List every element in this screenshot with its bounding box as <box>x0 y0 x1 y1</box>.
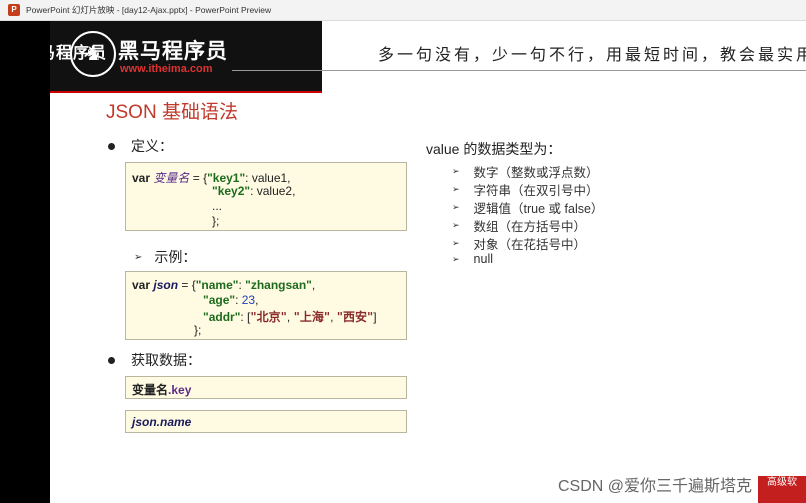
value-type-boolean: 逻辑值（true 或 false） <box>473 202 604 216</box>
value-type-item: ➢ 字符串（在双引号中） <box>452 180 599 199</box>
get-data-label: 获取数据： <box>131 352 201 368</box>
value-type-item: ➢ 数组（在方括号中） <box>452 216 586 235</box>
horse-logo-icon: ♞ <box>70 31 116 77</box>
code-key1: "key1" <box>207 171 246 185</box>
slogan-divider <box>232 70 806 71</box>
code-varname: 变量名 <box>153 171 190 185</box>
example-addr-key: "addr" <box>203 310 241 324</box>
value-type-item: ➢ 数字（整数或浮点数） <box>452 162 599 181</box>
example-sep2: , <box>330 310 337 324</box>
value-type-item: ➢ null <box>452 252 493 266</box>
example-comma1: , <box>311 278 316 292</box>
bullet-dot-icon <box>108 142 115 150</box>
brand-header: 黑马程序员 ♞ 黑马程序员 www.itheima.com <box>50 21 322 93</box>
csdn-watermark: CSDN @爱你三千遍斯塔克 <box>558 478 753 495</box>
value-type-string: 字符串（在双引号中） <box>473 184 599 198</box>
code-ellipsis: ... <box>212 199 223 213</box>
window-title: PowerPoint 幻灯片放映 - [day12-Ajax.pptx] - P… <box>26 5 272 15</box>
value-type-null: null <box>473 252 494 266</box>
value-type-item: ➢ 逻辑值（true 或 false） <box>452 198 603 217</box>
code-close: }; <box>212 214 220 228</box>
get-data-box-2: json.name <box>125 410 407 433</box>
get-data-box-1: 变量名.key <box>125 376 407 399</box>
get-data-bullet: 获取数据： <box>108 350 201 370</box>
value-type-object: 对象（在花括号中） <box>473 238 587 252</box>
value-types-title: value 的数据类型为： <box>426 141 562 157</box>
arrow-bullet-icon: ➢ <box>452 184 460 194</box>
window-titlebar: P PowerPoint 幻灯片放映 - [day12-Ajax.pptx] -… <box>0 0 806 21</box>
arrow-bullet-icon: ➢ <box>452 202 460 212</box>
example-var-keyword: var <box>132 278 151 292</box>
arrow-bullet-icon: ➢ <box>452 238 460 248</box>
example-colon3: : [ <box>240 310 251 324</box>
value-type-array: 数组（在方括号中） <box>473 220 587 234</box>
get-data-key: .key <box>168 383 192 397</box>
slogan: 多一句没有，少一句不行，用最短时间，教会最实用 <box>378 45 806 64</box>
example-code-box: var json = {"name": "zhangsan", "age": 2… <box>125 271 407 340</box>
example-addr-2: "上海" <box>293 310 331 324</box>
code-var-keyword: var <box>132 171 151 185</box>
get-data-json-name: json.name <box>132 415 192 429</box>
brand-name-large: 黑马程序员 <box>118 40 228 63</box>
example-sep1: , <box>286 310 294 324</box>
example-colon2: : <box>235 293 242 307</box>
example-close: }; <box>194 323 202 337</box>
definition-bullet: 定义： <box>108 136 173 156</box>
example-label: 示例： <box>154 249 197 265</box>
example-name-key: "name" <box>195 278 239 292</box>
code-key2: "key2" <box>212 184 251 198</box>
example-eq-open: = { <box>178 278 196 292</box>
code-val2: : value2, <box>250 184 296 198</box>
get-data-varname: 变量名 <box>132 383 169 397</box>
arrow-bullet-icon: ➢ <box>452 253 460 264</box>
brand-url: www.itheima.com <box>120 63 213 75</box>
arrow-bullet-icon: ➢ <box>452 166 460 176</box>
example-addr-1: "北京" <box>250 310 287 324</box>
definition-label: 定义： <box>131 138 173 154</box>
bullet-dot-icon <box>108 356 115 364</box>
definition-code-box: var 变量名 = {"key1": value1, "key2": value… <box>125 162 407 231</box>
value-type-number: 数字（整数或浮点数） <box>473 166 599 180</box>
powerpoint-icon: P <box>8 4 20 16</box>
example-bullet: ➢ 示例： <box>134 247 196 267</box>
example-bracket-close: ] <box>373 310 377 324</box>
value-type-item: ➢ 对象（在花括号中） <box>452 234 586 253</box>
corner-badge: 高级软 <box>758 476 806 503</box>
arrow-bullet-icon: ➢ <box>134 251 143 263</box>
arrow-bullet-icon: ➢ <box>452 220 460 230</box>
example-comma2: , <box>255 293 259 307</box>
slide-heading: JSON 基础语法 <box>106 102 238 123</box>
left-black-border <box>0 21 50 503</box>
code-eq-open: = { <box>189 171 208 185</box>
slide-canvas: 黑马程序员 ♞ 黑马程序员 www.itheima.com 多一句没有，少一句不… <box>50 21 806 503</box>
example-name-value: "zhangsan" <box>245 278 312 292</box>
example-age-value: 23 <box>241 293 256 307</box>
code-val1: : value1, <box>245 171 291 185</box>
example-addr-3: "西安" <box>336 310 374 324</box>
example-age-key: "age" <box>203 293 236 307</box>
example-varname: json <box>153 278 179 292</box>
